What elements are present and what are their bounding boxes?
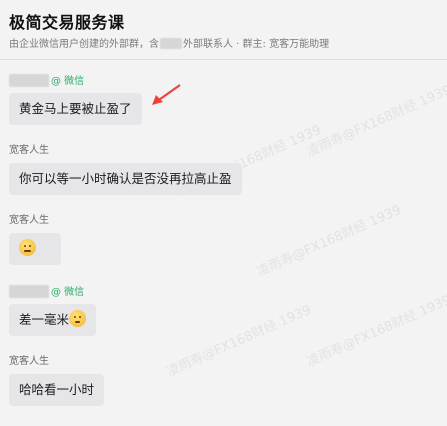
subtitle-prefix: 由企业微信用户创建的外部群，含: [9, 39, 159, 50]
redacted-name: [9, 285, 49, 298]
message-item: @ 微信 黄金马上要被止盈了: [9, 74, 142, 125]
message-sender: 宽客人生: [9, 356, 49, 367]
message-bubble[interactable]: 差一毫米: [9, 304, 97, 336]
message-bubble[interactable]: 哈哈看一小时: [9, 374, 105, 406]
message-text: 差一毫米: [19, 312, 70, 327]
redacted-count: [160, 38, 182, 49]
subtitle-suffix: 外部联系人 · 群主: 宽客万能助理: [183, 39, 330, 50]
message-item: 宽客人生 你可以等一小时确认是否没再拉高止盈: [9, 144, 242, 195]
message-sender: 宽客人生: [9, 215, 49, 226]
message-sender: 宽客人生: [9, 145, 49, 156]
message-sender: @ 微信: [9, 74, 142, 88]
message-item: 宽客人生: [9, 214, 61, 265]
group-subtitle: 由企业微信用户创建的外部群，含 外部联系人 · 群主: 宽客万能助理: [9, 35, 329, 50]
watermark: 凌雨寿@FX168财经 1939: [164, 302, 314, 380]
chat-header: 极简交易服务课 由企业微信用户创建的外部群，含 外部联系人 · 群主: 宽客万能助…: [0, 0, 447, 60]
message-item: @ 微信 差一毫米: [9, 285, 97, 336]
thinking-emoji-icon: [19, 239, 36, 256]
watermark: 凌雨寿@FX168财经 1939: [304, 82, 447, 160]
message-item: 宽客人生 哈哈看一小时: [9, 355, 105, 406]
wechat-tag: @ 微信: [51, 76, 85, 87]
watermark: 凌雨寿@FX168财经 1939: [304, 292, 447, 370]
wechat-tag: @ 微信: [51, 287, 85, 298]
message-bubble[interactable]: 你可以等一小时确认是否没再拉高止盈: [9, 163, 242, 195]
group-title[interactable]: 极简交易服务课: [9, 9, 125, 33]
message-bubble[interactable]: 黄金马上要被止盈了: [9, 93, 142, 125]
annotation-arrow-icon: [152, 84, 181, 105]
watermark: 凌雨寿@FX168财经 1939: [254, 202, 404, 280]
message-bubble[interactable]: [9, 233, 61, 265]
message-sender: @ 微信: [9, 285, 96, 299]
redacted-name: [9, 74, 49, 87]
flushed-emoji-icon: [69, 310, 87, 327]
